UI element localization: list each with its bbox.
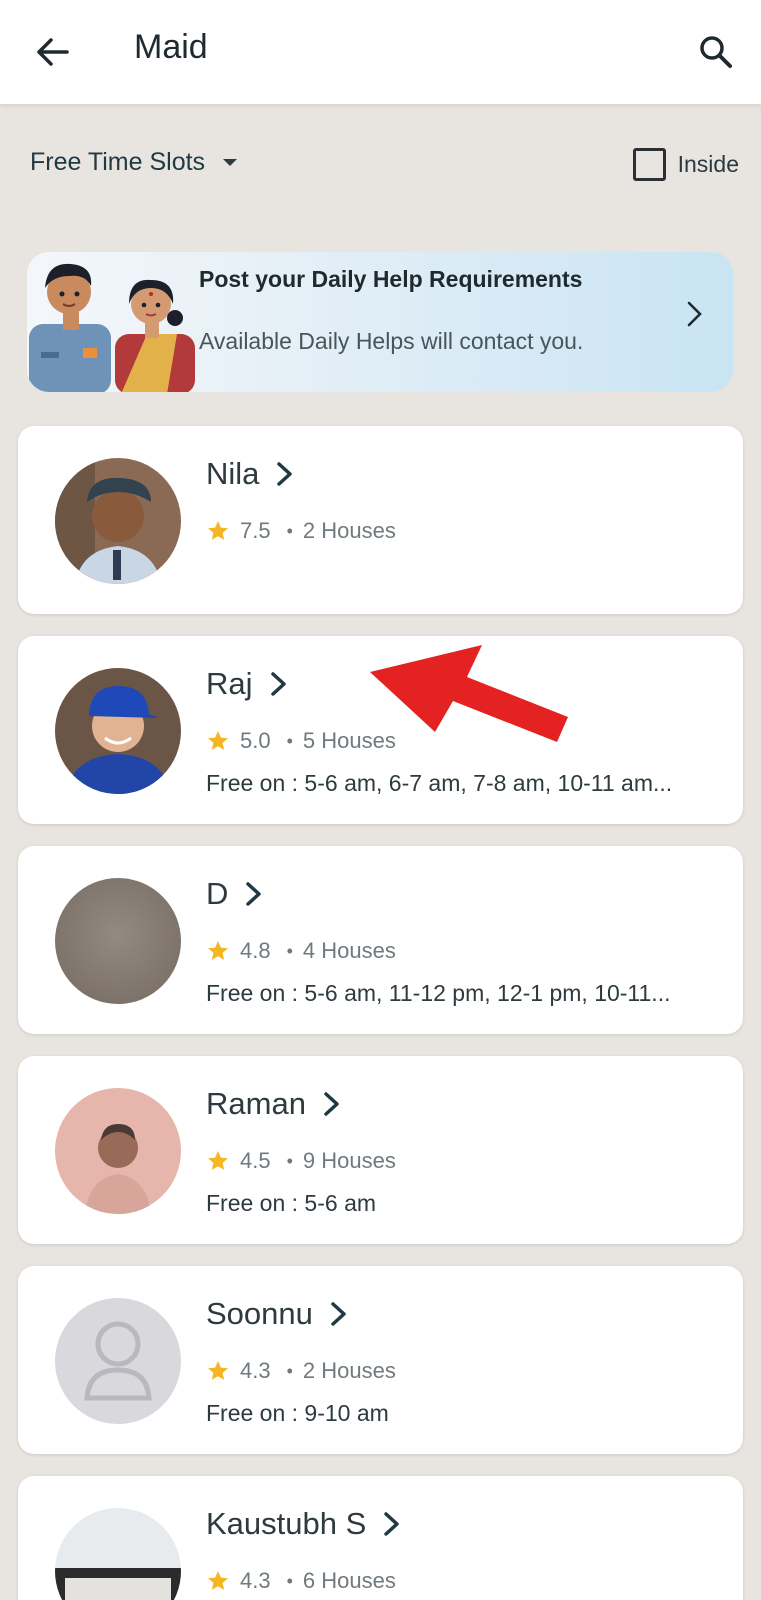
- rating-row: 4.3 • 6 Houses: [206, 1568, 396, 1594]
- avatar: [55, 1088, 181, 1214]
- helper-name: Raman: [206, 1086, 306, 1121]
- daily-help-illustration: [29, 263, 195, 392]
- rating-row: 4.5 • 9 Houses: [206, 1148, 396, 1174]
- star-icon: [208, 521, 228, 540]
- free-slots-text: Free on : 5-6 am: [206, 1190, 377, 1216]
- helper-name: Soonnu: [206, 1296, 313, 1331]
- avatar: [55, 458, 181, 584]
- chevron-right-icon: [277, 462, 293, 486]
- rating-value: 4.3: [240, 1568, 271, 1593]
- star-icon: [208, 731, 228, 750]
- separator-dot: •: [286, 520, 293, 541]
- chevron-right-icon: [331, 1302, 346, 1326]
- app-bar: Maid: [0, 0, 761, 104]
- inside-toggle[interactable]: Inside: [632, 148, 739, 181]
- rating-value: 4.3: [240, 1358, 271, 1383]
- helper-name: D: [206, 876, 229, 911]
- rating-value: 4.8: [240, 938, 271, 963]
- free-slots-text: Free on : 5-6 am, 11-12 pm, 12-1 pm, 10-…: [206, 980, 671, 1006]
- rating-row: 5.0 • 5 Houses: [206, 728, 396, 754]
- avatar: [55, 1508, 181, 1600]
- banner-title: Post your Daily Help Requirements: [199, 266, 583, 292]
- star-icon: [208, 1571, 228, 1590]
- star-icon: [208, 1361, 228, 1380]
- default-avatar-icon: [55, 1298, 181, 1424]
- search-icon[interactable]: [688, 24, 744, 80]
- helper-card-raman[interactable]: Raman 4.5 • 9 Houses Free on : 5-6 am: [18, 1056, 743, 1244]
- name-row[interactable]: Soonnu: [206, 1296, 351, 1332]
- free-time-slots-label: Free Time Slots: [30, 148, 206, 176]
- chevron-right-icon: [384, 1512, 400, 1536]
- separator-dot: •: [286, 730, 293, 751]
- banner-subtitle: Available Daily Helps will contact you.: [199, 328, 584, 354]
- helper-name: Nila: [206, 456, 260, 491]
- rating-row: 4.3 • 2 Houses: [206, 1358, 396, 1384]
- helper-card-d[interactable]: D 4.8 • 4 Houses Free on : 5-6 am, 11-12…: [18, 846, 743, 1034]
- avatar: [55, 668, 181, 794]
- page-title: Maid: [134, 28, 208, 66]
- free-slots-text: Free on : 9-10 am: [206, 1400, 389, 1426]
- chevron-right-icon: [246, 882, 262, 906]
- star-icon: [208, 1151, 228, 1170]
- free-time-slots-dropdown[interactable]: Free Time Slots: [30, 148, 238, 177]
- free-slots-text: Free on : 5-6 am, 6-7 am, 7-8 am, 10-11 …: [206, 770, 673, 796]
- helper-card-kaustubh-s[interactable]: Kaustubh S 4.3 • 6 Houses: [18, 1476, 743, 1600]
- name-row[interactable]: Raman: [206, 1086, 344, 1122]
- name-row[interactable]: D: [206, 876, 266, 912]
- avatar: [55, 878, 181, 1004]
- rating-row: 7.5 • 2 Houses: [206, 518, 396, 544]
- rating-value: 7.5: [240, 518, 271, 543]
- back-arrow-icon[interactable]: [24, 24, 80, 80]
- post-requirements-banner[interactable]: Post your Daily Help Requirements Availa…: [27, 252, 733, 392]
- star-icon: [208, 941, 228, 960]
- helper-name: Kaustubh S: [206, 1506, 367, 1541]
- rating-value: 4.5: [240, 1148, 271, 1173]
- chevron-right-icon: [270, 672, 286, 696]
- houses-count: 2 Houses: [302, 1358, 396, 1383]
- houses-count: 2 Houses: [302, 518, 396, 543]
- inside-checkbox[interactable]: [632, 148, 666, 181]
- rating-value: 5.0: [240, 728, 271, 753]
- name-row[interactable]: Raj: [206, 666, 291, 702]
- name-row[interactable]: Nila: [206, 456, 297, 492]
- helper-name: Raj: [206, 666, 253, 701]
- inside-label: Inside: [677, 151, 739, 177]
- chevron-right-icon[interactable]: [675, 294, 715, 334]
- rating-row: 4.8 • 4 Houses: [206, 938, 396, 964]
- separator-dot: •: [286, 1150, 293, 1171]
- separator-dot: •: [286, 940, 293, 961]
- helper-card-soonnu[interactable]: Soonnu 4.3 • 2 Houses Free on : 9-10 am: [18, 1266, 743, 1454]
- separator-dot: •: [286, 1360, 293, 1381]
- caret-down-icon: [223, 159, 238, 166]
- houses-count: 6 Houses: [302, 1568, 396, 1593]
- name-row[interactable]: Kaustubh S: [206, 1506, 404, 1542]
- helper-card-nila[interactable]: Nila 7.5 • 2 Houses: [18, 426, 743, 614]
- houses-count: 4 Houses: [302, 938, 396, 963]
- annotation-arrow-icon: [370, 645, 568, 742]
- chevron-right-icon: [324, 1092, 339, 1116]
- separator-dot: •: [286, 1570, 293, 1591]
- houses-count: 9 Houses: [302, 1148, 396, 1173]
